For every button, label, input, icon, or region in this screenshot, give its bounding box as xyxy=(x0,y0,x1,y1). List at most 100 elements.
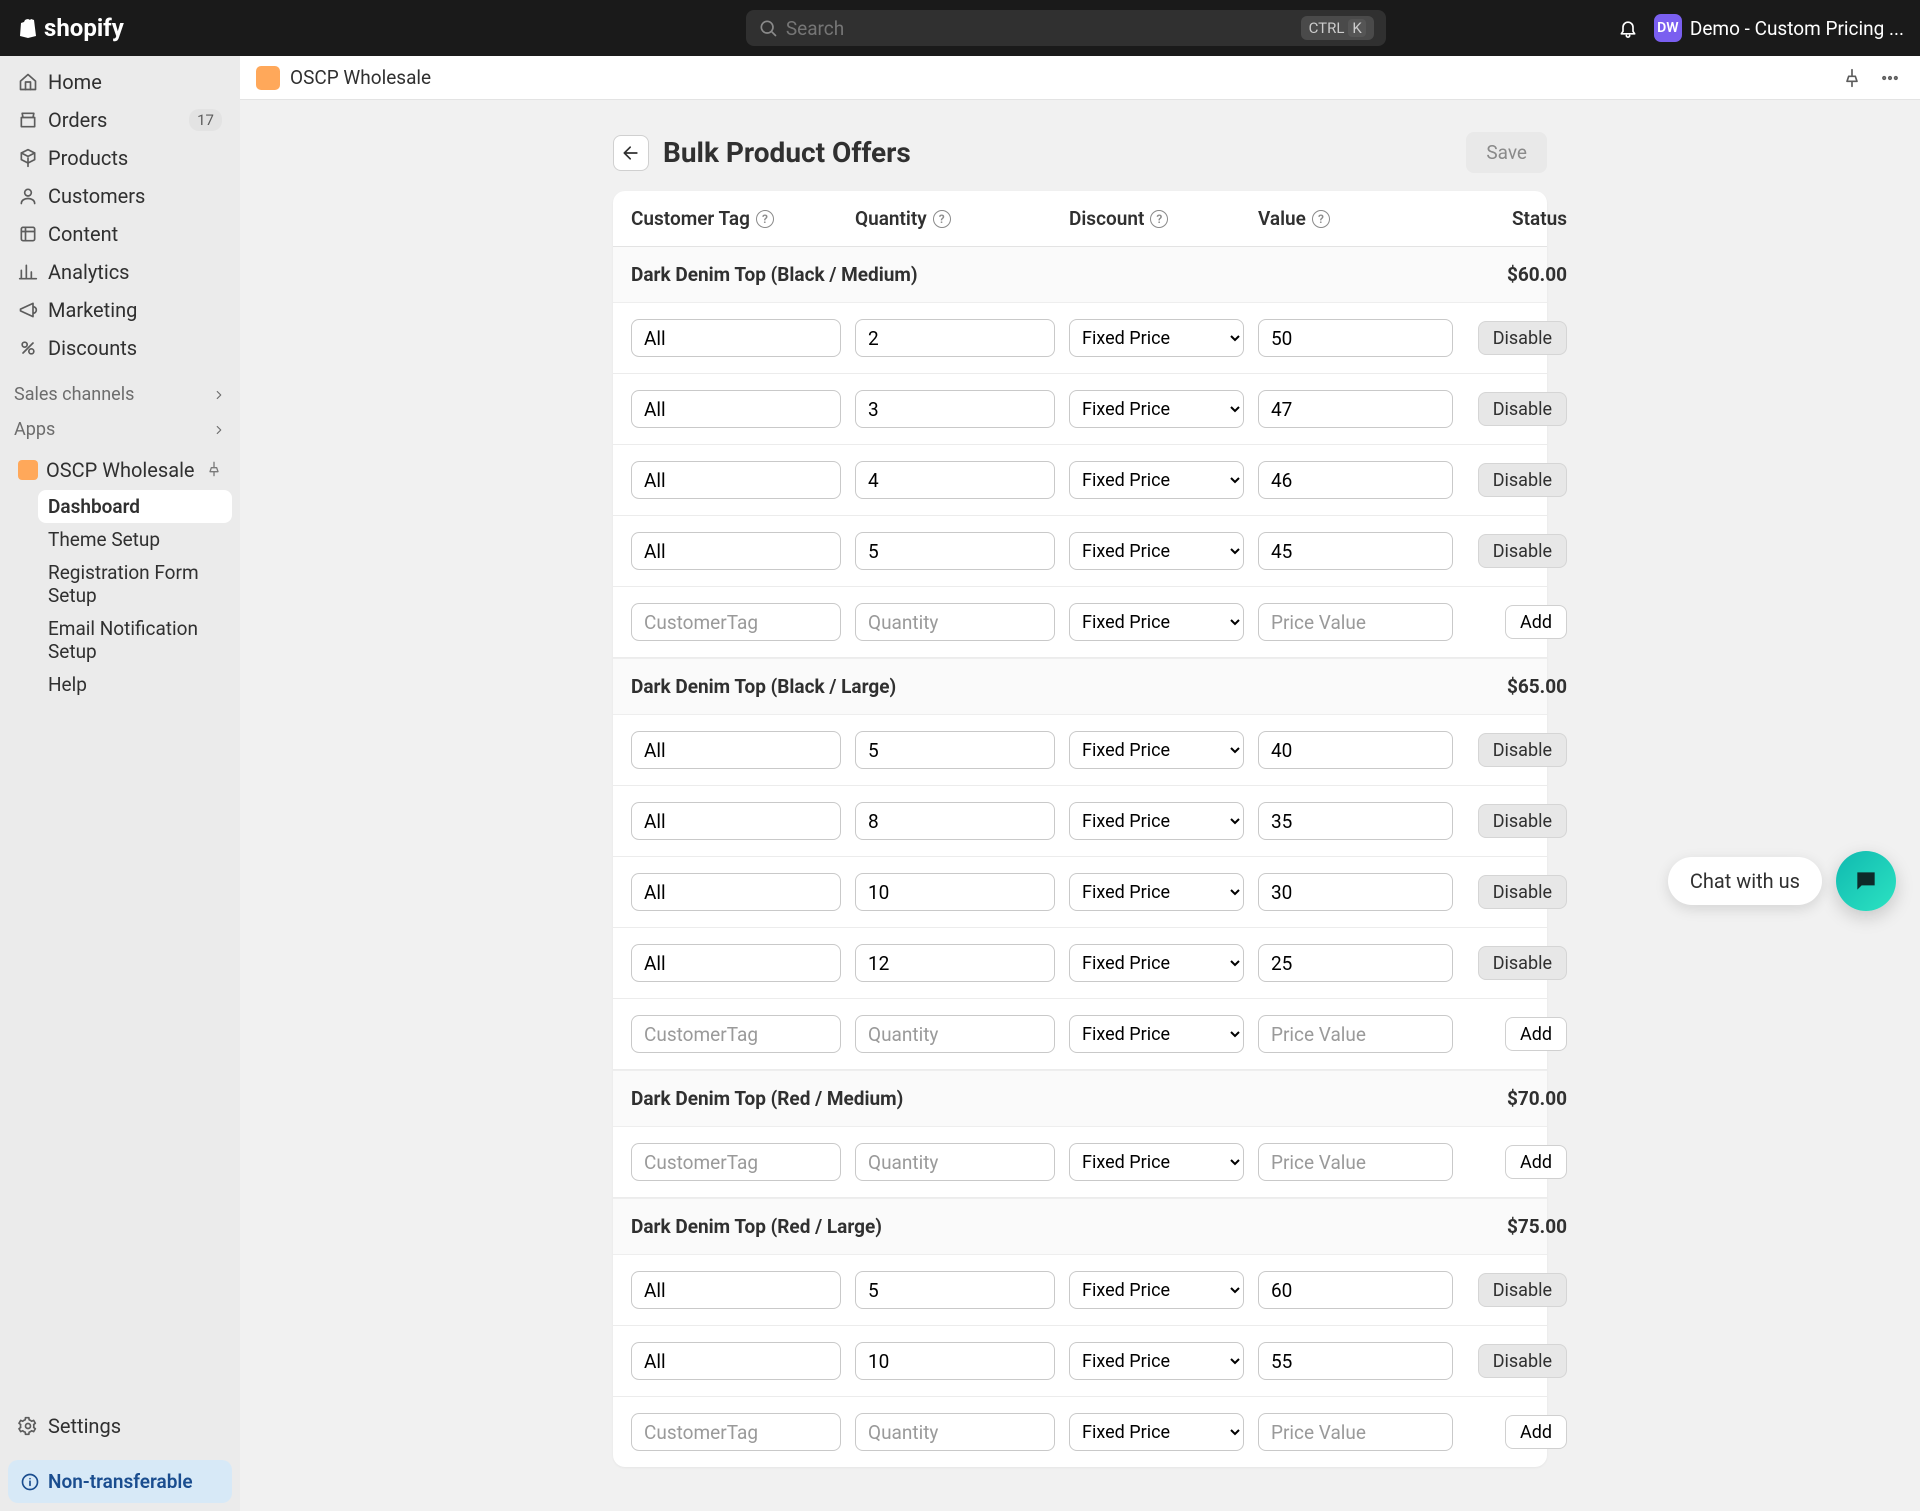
quantity-input[interactable] xyxy=(855,731,1055,769)
subnav-registration-form-setup[interactable]: Registration Form Setup xyxy=(38,556,232,612)
disable-button[interactable]: Disable xyxy=(1478,733,1567,767)
customer-tag-input[interactable] xyxy=(631,532,841,570)
value-input[interactable] xyxy=(1258,1143,1453,1181)
section-apps[interactable]: Apps xyxy=(0,409,240,444)
add-button[interactable]: Add xyxy=(1505,1017,1567,1051)
chat-fab[interactable] xyxy=(1836,851,1896,911)
sidebar-item-marketing[interactable]: Marketing xyxy=(8,292,232,328)
subnav-help[interactable]: Help xyxy=(38,668,232,701)
customer-tag-input[interactable] xyxy=(631,802,841,840)
non-transferable-banner[interactable]: Non-transferable xyxy=(8,1460,232,1503)
disable-button[interactable]: Disable xyxy=(1478,534,1567,568)
customer-tag-input[interactable] xyxy=(631,1271,841,1309)
discount-select[interactable]: Fixed Price xyxy=(1069,532,1244,570)
discount-select[interactable]: Fixed Price xyxy=(1069,603,1244,641)
quantity-input[interactable] xyxy=(855,1271,1055,1309)
sidebar-item-content[interactable]: Content xyxy=(8,216,232,252)
value-input[interactable] xyxy=(1258,461,1453,499)
customer-tag-input[interactable] xyxy=(631,390,841,428)
sidebar-item-analytics[interactable]: Analytics xyxy=(8,254,232,290)
chat-bubble[interactable]: Chat with us xyxy=(1668,857,1822,905)
notifications-button[interactable] xyxy=(1618,18,1638,38)
discount-select[interactable]: Fixed Price xyxy=(1069,1271,1244,1309)
disable-button[interactable]: Disable xyxy=(1478,392,1567,426)
sidebar-item-orders[interactable]: Orders 17 xyxy=(8,102,232,138)
quantity-input[interactable] xyxy=(855,461,1055,499)
sidebar-item-products[interactable]: Products xyxy=(8,140,232,176)
customer-tag-input[interactable] xyxy=(631,944,841,982)
discount-select[interactable]: Fixed Price xyxy=(1069,461,1244,499)
add-button[interactable]: Add xyxy=(1505,605,1567,639)
shopify-logo[interactable]: shopify xyxy=(16,14,124,42)
sidebar-item-home[interactable]: Home xyxy=(8,64,232,100)
discount-select[interactable]: Fixed Price xyxy=(1069,390,1244,428)
discount-select[interactable]: Fixed Price xyxy=(1069,944,1244,982)
quantity-input[interactable] xyxy=(855,1413,1055,1451)
customer-tag-input[interactable] xyxy=(631,319,841,357)
subnav-theme-setup[interactable]: Theme Setup xyxy=(38,523,232,556)
disable-button[interactable]: Disable xyxy=(1478,1344,1567,1378)
value-input[interactable] xyxy=(1258,319,1453,357)
search-box[interactable]: CTRLK xyxy=(746,10,1386,46)
quantity-input[interactable] xyxy=(855,1143,1055,1181)
quantity-input[interactable] xyxy=(855,1015,1055,1053)
customer-tag-input[interactable] xyxy=(631,461,841,499)
value-input[interactable] xyxy=(1258,1015,1453,1053)
add-button[interactable]: Add xyxy=(1505,1145,1567,1179)
subnav-email-notification-setup[interactable]: Email Notification Setup xyxy=(38,612,232,668)
customer-tag-input[interactable] xyxy=(631,873,841,911)
search-input[interactable] xyxy=(786,17,1293,40)
value-input[interactable] xyxy=(1258,1342,1453,1380)
value-input[interactable] xyxy=(1258,532,1453,570)
disable-button[interactable]: Disable xyxy=(1478,1273,1567,1307)
back-button[interactable] xyxy=(613,135,649,171)
value-input[interactable] xyxy=(1258,603,1453,641)
save-button[interactable]: Save xyxy=(1466,132,1547,173)
disable-button[interactable]: Disable xyxy=(1478,875,1567,909)
quantity-input[interactable] xyxy=(855,532,1055,570)
value-input[interactable] xyxy=(1258,802,1453,840)
section-sales-channels[interactable]: Sales channels xyxy=(0,374,240,409)
value-input[interactable] xyxy=(1258,1271,1453,1309)
quantity-input[interactable] xyxy=(855,319,1055,357)
discount-select[interactable]: Fixed Price xyxy=(1069,731,1244,769)
help-icon[interactable]: ? xyxy=(1150,210,1168,228)
disable-button[interactable]: Disable xyxy=(1478,463,1567,497)
quantity-input[interactable] xyxy=(855,390,1055,428)
sidebar-item-discounts[interactable]: Discounts xyxy=(8,330,232,366)
disable-button[interactable]: Disable xyxy=(1478,946,1567,980)
value-input[interactable] xyxy=(1258,873,1453,911)
value-input[interactable] xyxy=(1258,944,1453,982)
more-button[interactable] xyxy=(1876,64,1904,92)
help-icon[interactable]: ? xyxy=(756,210,774,228)
customer-tag-input[interactable] xyxy=(631,1015,841,1053)
help-icon[interactable]: ? xyxy=(1312,210,1330,228)
subnav-dashboard[interactable]: Dashboard xyxy=(38,490,232,523)
value-input[interactable] xyxy=(1258,390,1453,428)
disable-button[interactable]: Disable xyxy=(1478,804,1567,838)
discount-select[interactable]: Fixed Price xyxy=(1069,1015,1244,1053)
discount-select[interactable]: Fixed Price xyxy=(1069,1413,1244,1451)
user-menu[interactable]: DW Demo - Custom Pricing ... xyxy=(1654,14,1904,42)
discount-select[interactable]: Fixed Price xyxy=(1069,319,1244,357)
quantity-input[interactable] xyxy=(855,1342,1055,1380)
discount-select[interactable]: Fixed Price xyxy=(1069,1143,1244,1181)
quantity-input[interactable] xyxy=(855,802,1055,840)
quantity-input[interactable] xyxy=(855,873,1055,911)
help-icon[interactable]: ? xyxy=(933,210,951,228)
customer-tag-input[interactable] xyxy=(631,731,841,769)
value-input[interactable] xyxy=(1258,1413,1453,1451)
customer-tag-input[interactable] xyxy=(631,1413,841,1451)
sidebar-item-customers[interactable]: Customers xyxy=(8,178,232,214)
quantity-input[interactable] xyxy=(855,944,1055,982)
disable-button[interactable]: Disable xyxy=(1478,321,1567,355)
discount-select[interactable]: Fixed Price xyxy=(1069,802,1244,840)
customer-tag-input[interactable] xyxy=(631,1342,841,1380)
pin-icon[interactable] xyxy=(206,458,222,482)
sidebar-app-oscp[interactable]: OSCP Wholesale xyxy=(8,452,232,488)
customer-tag-input[interactable] xyxy=(631,603,841,641)
add-button[interactable]: Add xyxy=(1505,1415,1567,1449)
pin-app-button[interactable] xyxy=(1838,64,1866,92)
discount-select[interactable]: Fixed Price xyxy=(1069,873,1244,911)
quantity-input[interactable] xyxy=(855,603,1055,641)
